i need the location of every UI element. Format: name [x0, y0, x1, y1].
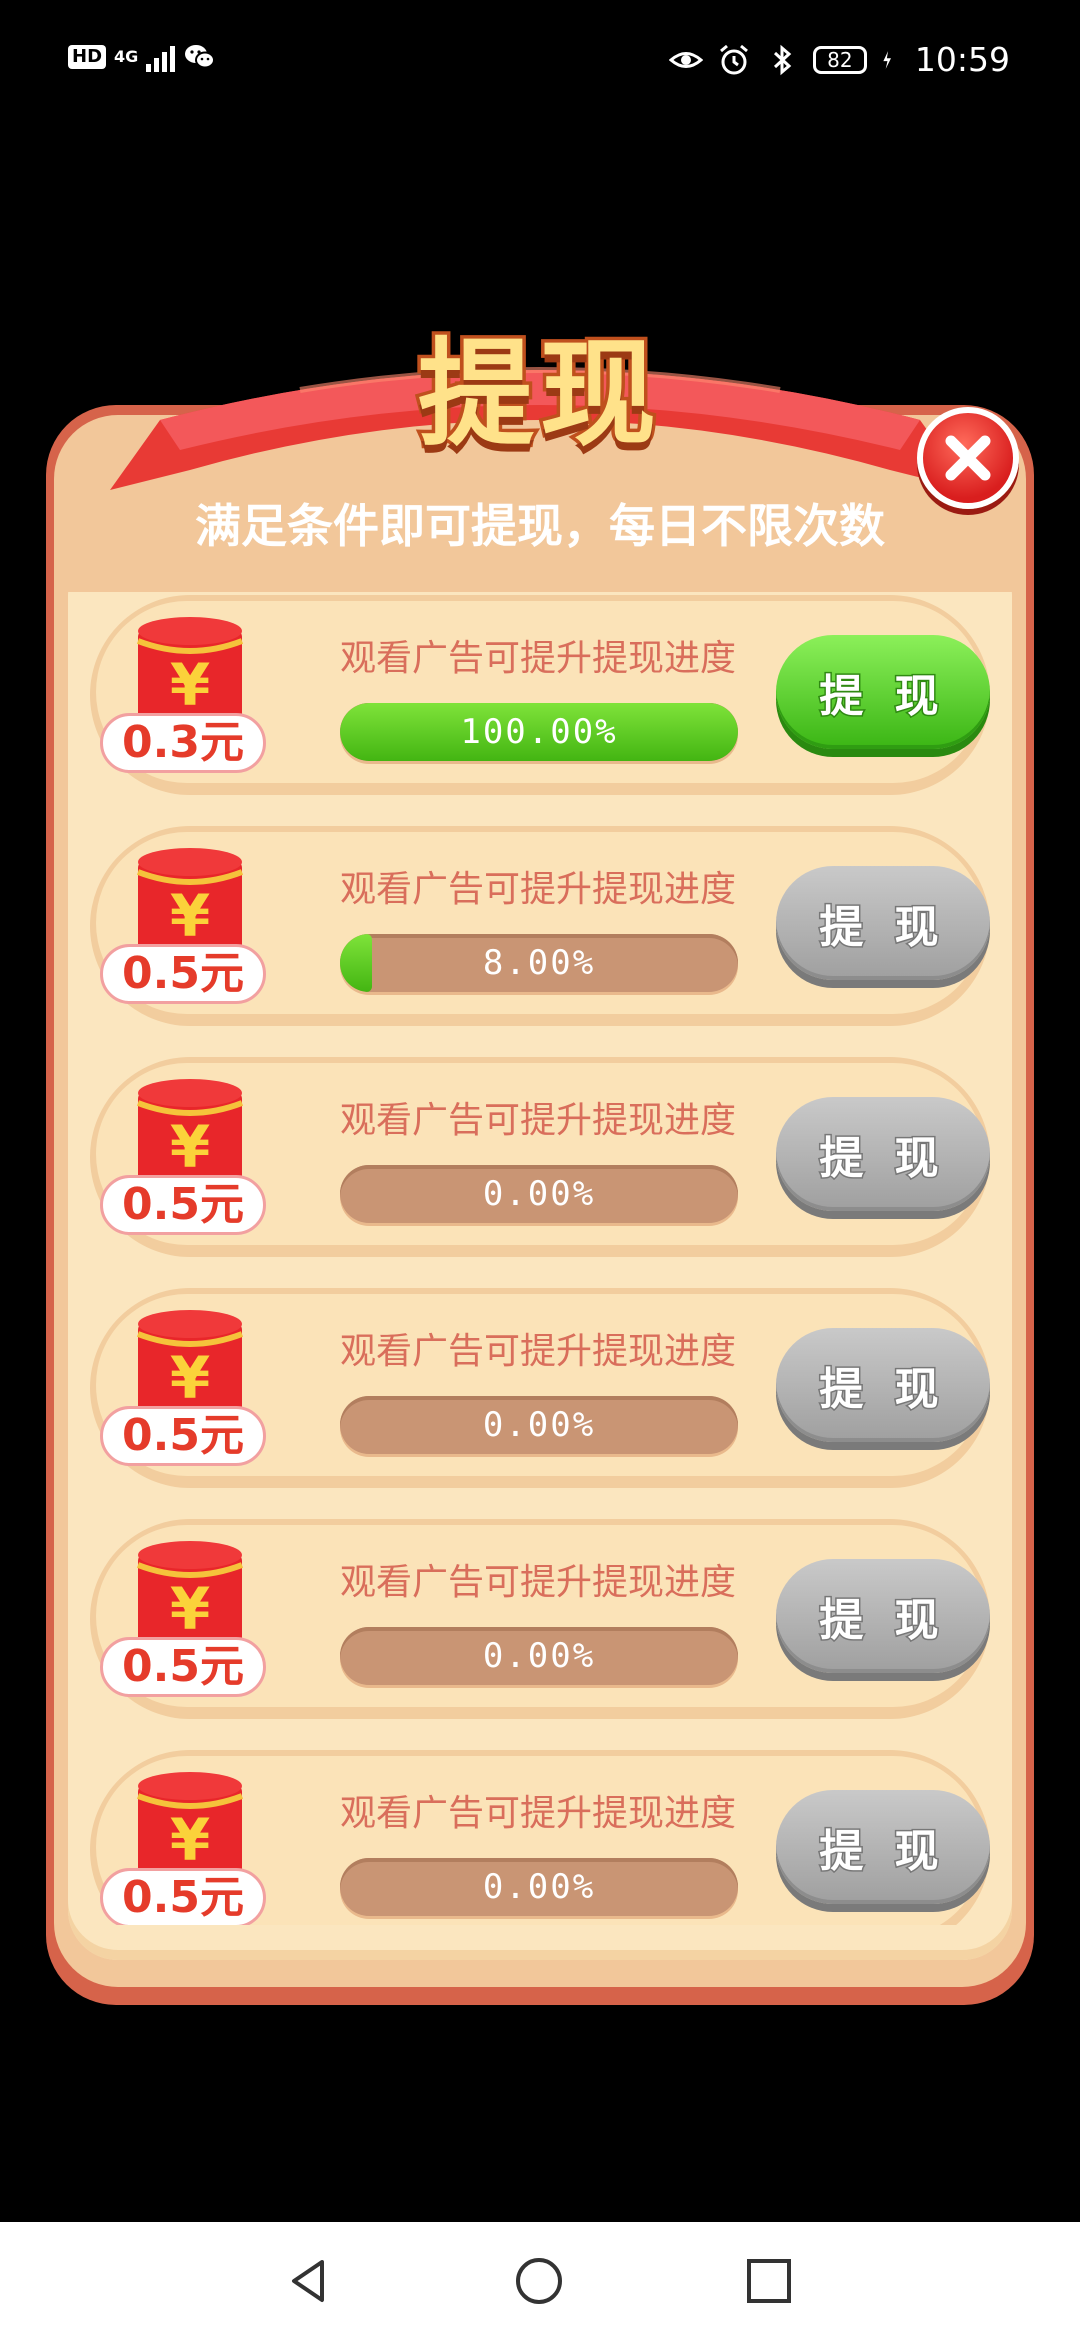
progress-text: 0.00% [482, 1867, 596, 1907]
wechat-icon [185, 45, 216, 69]
dialog-subtitle: 满足条件即可提现，每日不限次数 [60, 492, 1020, 592]
bluetooth-icon [773, 44, 792, 75]
progress-bar: 0.00% [340, 1858, 738, 1916]
svg-text:¥: ¥ [170, 1344, 210, 1412]
progress-text: 100.00% [460, 712, 618, 752]
progress-text: 8.00% [482, 943, 596, 983]
home-icon[interactable] [514, 2256, 564, 2306]
clock: 10:59 [914, 40, 1010, 79]
withdraw-row: ¥ 0.5元 观看广告可提升提现进度 8.00% 提 现 [90, 826, 990, 1026]
svg-text:¥: ¥ [170, 651, 210, 719]
amount-label: 0.5元 [100, 1175, 266, 1235]
row-description: 观看广告可提升提现进度 [340, 869, 737, 910]
progress-bar: 100.00% [340, 703, 738, 761]
battery-icon: 82 [812, 45, 867, 74]
progress-bar: 0.00% [340, 1165, 738, 1223]
system-nav-bar [0, 2222, 1080, 2340]
close-icon [945, 435, 991, 481]
withdraw-button[interactable]: 提 现 [776, 1328, 990, 1442]
network-type: 4G [114, 47, 139, 66]
svg-text:¥: ¥ [170, 1113, 210, 1181]
withdraw-button-label: 提 现 [818, 1825, 947, 1879]
alarm-icon [719, 44, 748, 74]
amount-label: 0.5元 [100, 1637, 266, 1697]
row-description: 观看广告可提升提现进度 [340, 1331, 737, 1372]
svg-text:¥: ¥ [170, 882, 210, 950]
progress-bar: 0.00% [340, 1627, 738, 1685]
svg-text:¥: ¥ [170, 1575, 210, 1643]
row-description: 观看广告可提升提现进度 [340, 638, 737, 679]
dialog-title: 提现 [415, 324, 662, 466]
progress-text: 0.00% [482, 1636, 596, 1676]
withdraw-row: ¥ 0.5元 观看广告可提升提现进度 0.00% 提 现 [90, 1288, 990, 1488]
withdraw-button-label: 提 现 [818, 1363, 947, 1417]
withdraw-button-label: 提 现 [818, 901, 947, 955]
row-description: 观看广告可提升提现进度 [340, 1562, 737, 1603]
withdraw-row: ¥ 0.5元 观看广告可提升提现进度 0.00% 提 现 [90, 1519, 990, 1719]
status-right: 82 10:59 [668, 40, 1010, 79]
withdraw-button-label: 提 现 [818, 1594, 947, 1648]
progress-text: 0.00% [482, 1405, 596, 1445]
signal-icon [146, 42, 176, 72]
amount-label: 0.5元 [100, 1868, 266, 1925]
amount-label: 0.3元 [100, 713, 266, 773]
withdraw-button-label: 提 现 [818, 1132, 947, 1186]
close-button[interactable] [917, 407, 1019, 509]
withdraw-row: ¥ 0.5元 观看广告可提升提现进度 0.00% 提 现 [90, 1057, 990, 1257]
back-icon[interactable] [284, 2256, 334, 2306]
amount-label: 0.5元 [100, 1406, 266, 1466]
withdraw-row: ¥ 0.3元 观看广告可提升提现进度 100.00% 提 现 [90, 595, 990, 795]
charging-icon [883, 50, 891, 69]
progress-bar: 0.00% [340, 1396, 738, 1454]
row-description: 观看广告可提升提现进度 [340, 1793, 737, 1834]
withdraw-button[interactable]: 提 现 [776, 1097, 990, 1211]
svg-text:¥: ¥ [170, 1806, 210, 1874]
row-description: 观看广告可提升提现进度 [340, 1100, 737, 1141]
withdraw-button[interactable]: 提 现 [776, 1790, 990, 1904]
withdraw-list[interactable]: ¥ 0.3元 观看广告可提升提现进度 100.00% 提 现 ¥ 0.5元 观看… [60, 595, 1020, 1925]
eye-icon [668, 51, 703, 68]
withdraw-button-label: 提 现 [818, 670, 947, 724]
withdraw-button[interactable]: 提 现 [776, 635, 990, 749]
status-left: HD 4G [68, 40, 217, 74]
recents-icon[interactable] [744, 2256, 794, 2306]
hd-badge: HD [68, 45, 107, 69]
withdraw-row: ¥ 0.5元 观看广告可提升提现进度 0.00% 提 现 [90, 1750, 990, 1925]
progress-bar: 8.00% [340, 934, 738, 992]
withdraw-button[interactable]: 提 现 [776, 1559, 990, 1673]
withdraw-button[interactable]: 提 现 [776, 866, 990, 980]
status-bar: HD 4G 82 10:59 [0, 0, 1080, 120]
amount-label: 0.5元 [100, 944, 266, 1004]
battery-level: 82 [827, 47, 853, 72]
progress-text: 0.00% [482, 1174, 596, 1214]
